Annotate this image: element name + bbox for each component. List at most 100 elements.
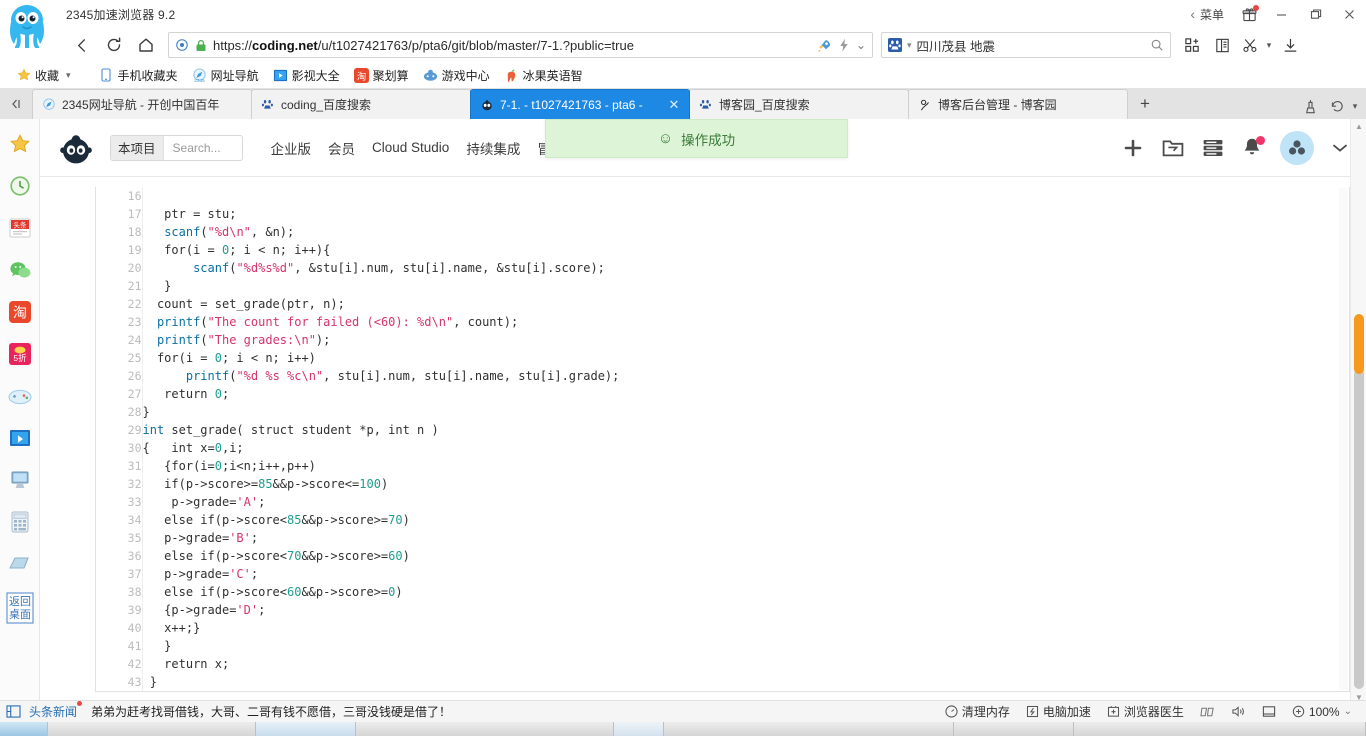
line-number[interactable]: 20 <box>96 259 143 277</box>
url-bar[interactable]: https://coding.net/u/t1027421763/p/pta6/… <box>168 32 873 58</box>
dock-history[interactable] <box>5 171 35 201</box>
line-number[interactable]: 30 <box>96 439 143 457</box>
tab-cnblogs-baidu[interactable]: 博客园_百度搜索 <box>689 89 909 119</box>
dock-inbox[interactable] <box>5 549 35 579</box>
line-number[interactable]: 31 <box>96 457 143 475</box>
code-text[interactable]: scanf("%d%s%d", &stu[i].num, stu[i].name… <box>142 259 1349 277</box>
bookmark-mobile-favorites[interactable]: 手机收藏夹 <box>93 65 184 86</box>
search-input[interactable]: Search... <box>164 141 242 155</box>
url-text[interactable]: https://coding.net/u/t1027421763/p/pta6/… <box>213 38 811 53</box>
cleanup-icon[interactable] <box>1296 93 1324 119</box>
bookmark-games[interactable]: 游戏中心 <box>417 65 496 86</box>
bookmark-favorites[interactable]: 收藏 ▾ <box>10 65 77 86</box>
search-bar[interactable]: ▾ 四川茂县 地震 <box>881 32 1171 58</box>
code-text[interactable]: } <box>142 673 1349 691</box>
line-number[interactable]: 35 <box>96 529 143 547</box>
code-text[interactable]: p->grade='A'; <box>142 493 1349 511</box>
bookmark-english[interactable]: 冰果英语智 <box>498 65 589 86</box>
code-text[interactable]: printf("The count for failed (<60): %d\n… <box>142 313 1349 331</box>
window-mode-icon[interactable] <box>1262 705 1276 718</box>
sound-icon[interactable] <box>1231 705 1246 718</box>
code-viewer[interactable]: 16 17 ptr = stu; 18 scanf("%d\n", &n); 19 … <box>95 187 1350 692</box>
line-number[interactable]: 38 <box>96 583 143 601</box>
search-caret-icon[interactable]: ▾ <box>907 40 912 51</box>
project-search[interactable]: 本项目 Search... <box>110 134 243 161</box>
line-number[interactable]: 19 <box>96 241 143 259</box>
bookmark-nav-2345[interactable]: 2345 网址导航 <box>186 65 265 86</box>
maximize-button[interactable] <box>1298 0 1332 28</box>
bookmark-video[interactable]: 影视大全 <box>267 65 346 86</box>
url-dropdown-icon[interactable]: ⌄ <box>856 38 866 52</box>
zoom-caret-icon[interactable]: ⌄ <box>1344 706 1352 717</box>
user-menu-caret-icon[interactable] <box>1332 143 1348 153</box>
line-number[interactable]: 42 <box>96 655 143 673</box>
user-avatar[interactable] <box>1280 130 1314 165</box>
line-number[interactable]: 41 <box>96 637 143 655</box>
line-number[interactable]: 43 <box>96 673 143 691</box>
taskbar-tray[interactable] <box>1074 722 1366 736</box>
page-info-icon[interactable] <box>175 38 189 52</box>
taskbar-item[interactable] <box>356 722 614 736</box>
page-scrollbar[interactable]: ▲ ▼ <box>1350 119 1366 706</box>
nav-cloud-studio[interactable]: Cloud Studio <box>372 140 449 155</box>
line-number[interactable]: 32 <box>96 475 143 493</box>
search-input[interactable]: 四川茂县 地震 <box>917 36 1145 55</box>
undo-close-tab-icon[interactable] <box>1326 93 1348 119</box>
scroll-up-arrow[interactable]: ▲ <box>1351 122 1366 131</box>
code-text[interactable]: p->grade='B'; <box>142 529 1349 547</box>
code-text[interactable] <box>142 187 1349 205</box>
tab-cnblogs-admin[interactable]: 博客后台管理 - 博客园 <box>908 89 1128 119</box>
taskbar-item[interactable] <box>954 722 1074 736</box>
code-text[interactable]: } <box>142 403 1349 421</box>
code-text[interactable]: count = set_grade(ptr, n); <box>142 295 1349 313</box>
code-text[interactable]: return x; <box>142 655 1349 673</box>
news-panel-icon[interactable] <box>6 705 21 718</box>
line-number[interactable]: 26 <box>96 367 143 385</box>
line-number[interactable]: 27 <box>96 385 143 403</box>
code-text[interactable]: for(i = 0; i < n; i++){ <box>142 241 1349 259</box>
code-text[interactable]: {p->grade='D'; <box>142 601 1349 619</box>
undo-caret-icon[interactable]: ▾ <box>1350 93 1360 119</box>
news-headline[interactable]: 弟弟为赶考找哥借钱，大哥、二哥有钱不愿借，三哥没钱硬是借了！ <box>91 703 451 720</box>
home-button[interactable] <box>130 30 162 60</box>
code-text[interactable]: x++;} <box>142 619 1349 637</box>
nav-ci[interactable]: 持续集成 <box>466 138 520 158</box>
taskbar-start[interactable] <box>0 722 48 736</box>
coding-monkey-logo[interactable] <box>54 128 98 168</box>
dock-toutiao[interactable]: 头条 <box>5 213 35 243</box>
pc-accelerate-button[interactable]: 电脑加速 <box>1026 703 1091 720</box>
baidu-icon[interactable] <box>888 38 902 52</box>
line-number[interactable]: 23 <box>96 313 143 331</box>
code-text[interactable]: for(i = 0; i < n; i++) <box>142 349 1349 367</box>
search-icon[interactable] <box>1150 38 1164 52</box>
browser-doctor-button[interactable]: 浏览器医生 <box>1107 703 1184 720</box>
chevron-down-icon[interactable]: ▾ <box>66 70 71 81</box>
code-text[interactable]: int set_grade( struct student *p, int n … <box>142 421 1349 439</box>
code-text[interactable]: printf("The grades:\n"); <box>142 331 1349 349</box>
tab-coding-file[interactable]: 7-1. - t1027421763 - pta6 - ✕ <box>470 89 690 119</box>
line-number[interactable]: 29 <box>96 421 143 439</box>
code-text[interactable]: else if(p->score<70&&p->score>=60) <box>142 547 1349 565</box>
line-number[interactable]: 17 <box>96 205 143 223</box>
scissors-caret-icon[interactable]: ▾ <box>1263 30 1275 60</box>
line-number[interactable]: 37 <box>96 565 143 583</box>
code-text[interactable]: } <box>142 277 1349 295</box>
dock-video[interactable] <box>5 423 35 453</box>
line-number[interactable]: 28 <box>96 403 143 421</box>
code-text[interactable]: printf("%d %s %c\n", stu[i].num, stu[i].… <box>142 367 1349 385</box>
code-text[interactable]: if(p->score>=85&&p->score<=100) <box>142 475 1349 493</box>
news-label[interactable]: 头条新闻 <box>29 701 83 720</box>
tab-2345-nav[interactable]: 2345网址导航 - 开创中国百年 <box>32 89 252 119</box>
code-text[interactable]: { int x=0,i; <box>142 439 1349 457</box>
projects-button[interactable] <box>1162 138 1184 158</box>
line-number[interactable]: 36 <box>96 547 143 565</box>
code-text[interactable]: {for(i=0;i<n;i++,p++) <box>142 457 1349 475</box>
dock-wechat[interactable] <box>5 255 35 285</box>
line-number[interactable]: 24 <box>96 331 143 349</box>
bookmark-juhuasuan[interactable]: 淘 聚划算 <box>348 65 415 86</box>
dock-taobao[interactable]: 淘 <box>5 297 35 327</box>
dock-favorites[interactable] <box>5 129 35 159</box>
line-number[interactable]: 16 <box>96 187 143 205</box>
tab-scroll-left-button[interactable] <box>0 88 32 119</box>
dock-discount[interactable]: 5折 <box>5 339 35 369</box>
